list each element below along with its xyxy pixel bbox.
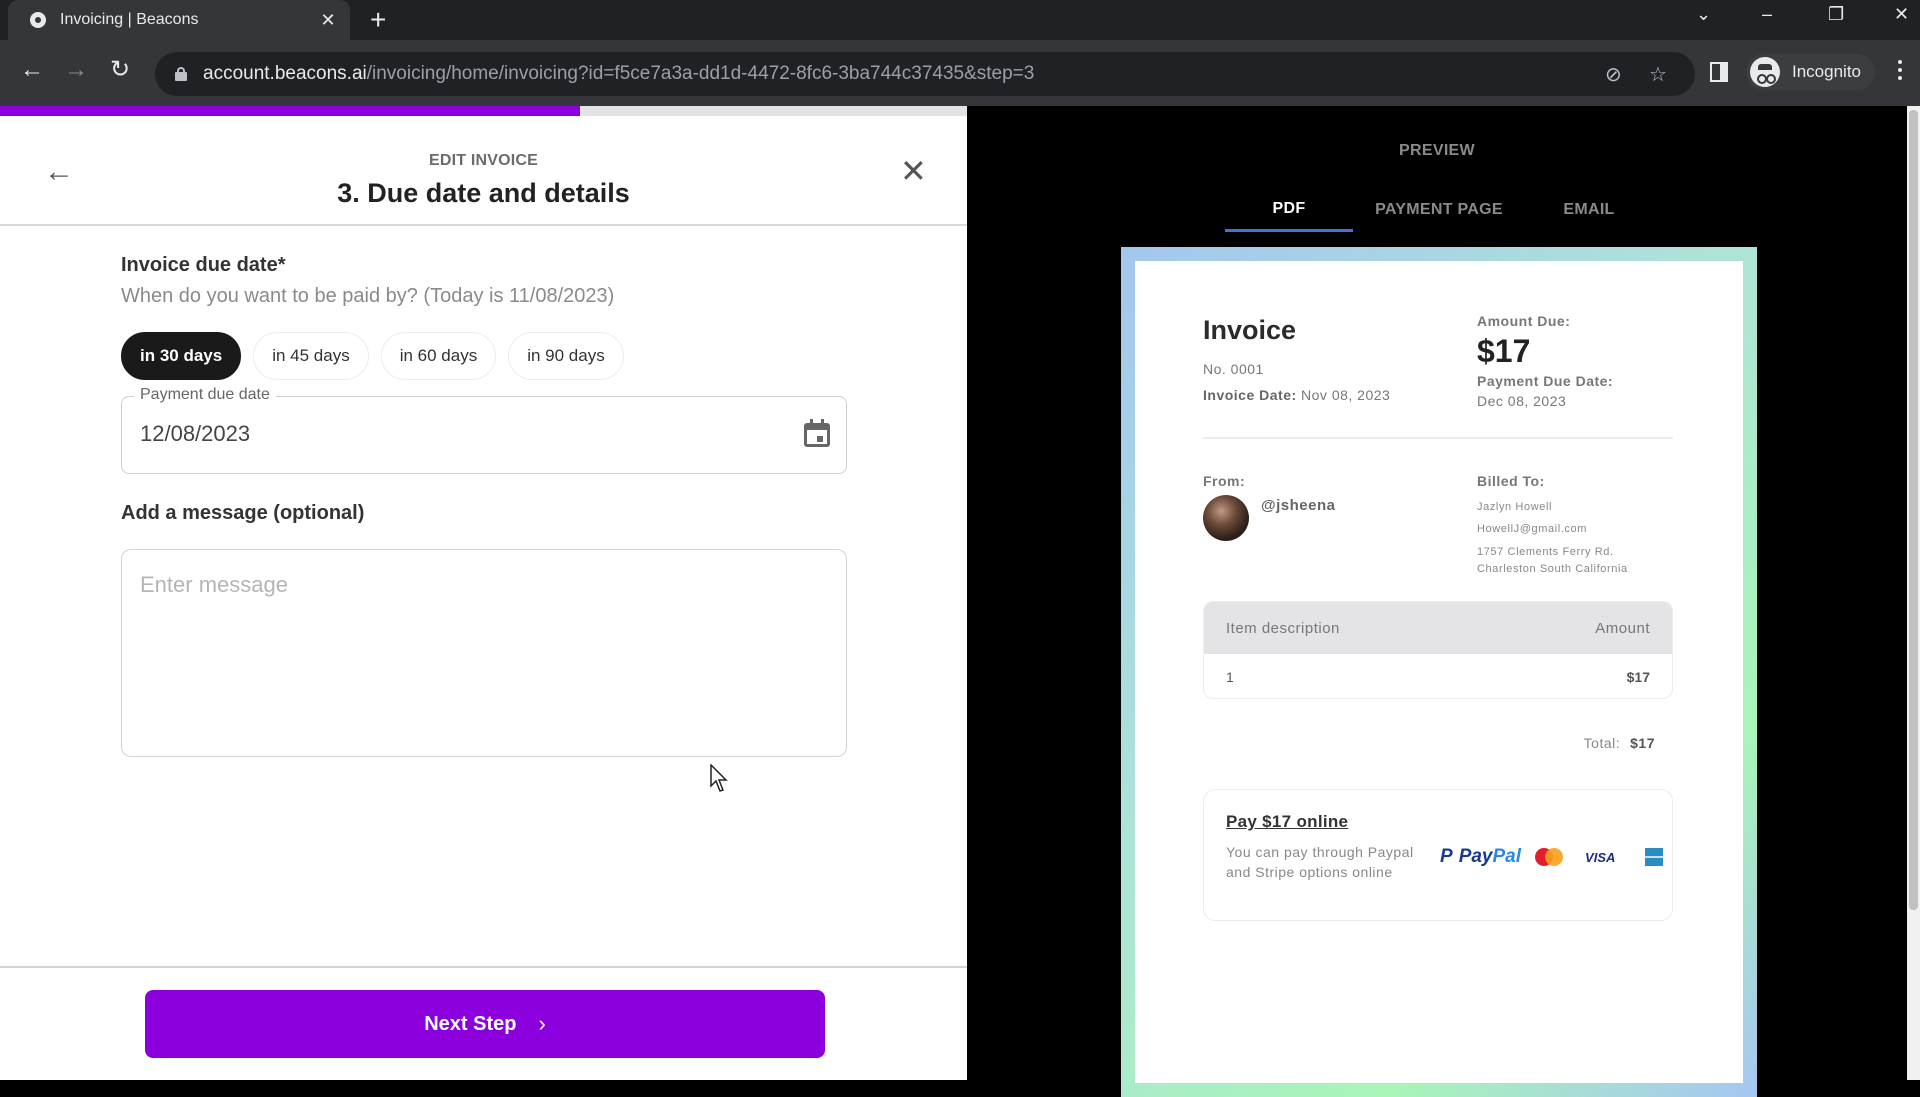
billed-to-label: Billed To: [1477,473,1545,489]
items-table-header: Item description Amount [1204,602,1672,654]
forward-arrow-icon[interactable]: → [64,58,88,82]
invoice-number: No. 0001 [1203,361,1264,377]
step-progress-bar [0,106,967,116]
step-progress-fill [0,106,581,116]
amex-icon [1645,848,1664,866]
due-date-form: Invoice due date* When do you want to be… [121,254,847,762]
next-step-label: Next Step [424,1012,517,1035]
editor-header: ← EDIT INVOICE 3. Due date and details ✕ [0,116,967,226]
chevron-right-icon: › [538,1011,546,1036]
reload-icon[interactable]: ↻ [110,58,130,82]
beacons-favicon-icon [30,12,46,28]
billed-to-address-line1: 1757 Clements Ferry Rd. [1477,546,1614,558]
items-table: Item description Amount 1 $17 [1203,601,1673,699]
url-host: account.beacons.ai [203,63,367,84]
invoice-heading: Invoice [1203,315,1297,345]
editor-eyebrow: EDIT INVOICE [428,152,539,169]
billed-to-name: Jazlyn Howell [1477,501,1553,513]
new-tab-button[interactable]: + [370,6,386,34]
total-label: Total: [1583,735,1621,751]
item-amount: $17 [1626,669,1650,685]
amount-header: Amount [1595,619,1650,637]
lock-icon [175,67,187,81]
payment-due-date-value[interactable]: 12/08/2023 [140,421,250,447]
pay-online-link[interactable]: Pay $17 online [1226,812,1348,832]
item-description-header: Item description [1226,619,1340,637]
invoice-editor-panel: ← EDIT INVOICE 3. Due date and details ✕… [0,106,967,1080]
preview-tabs: PDF PAYMENT PAGE EMAIL [1225,188,1653,232]
bookmark-star-icon[interactable]: ☆ [1649,62,1667,87]
amount-due-value: $17 [1477,333,1531,369]
back-arrow-icon[interactable]: ← [20,58,44,82]
page-scrollbar[interactable] [1907,106,1920,1080]
window-close-icon[interactable]: ✕ [1894,4,1909,25]
message-label: Add a message (optional) [121,502,365,524]
incognito-icon [1750,57,1780,87]
table-row: 1 $17 [1204,654,1672,698]
paypal-icon: P PayPal [1440,846,1522,867]
from-label: From: [1203,473,1246,489]
page: ← EDIT INVOICE 3. Due date and details ✕… [0,106,1920,1097]
invoice-document: Invoice No. 0001 Invoice Date: Nov 08, 2… [1135,261,1743,1083]
billed-to-address-line2: Charleston South California [1477,563,1628,575]
payment-method-icons: P PayPal VISA [1440,846,1664,868]
total-value: $17 [1630,735,1655,751]
due-option-60-days[interactable]: in 60 days [380,332,497,380]
payment-due-date-field[interactable]: Payment due date 12/08/2023 [121,386,847,474]
due-date-options: in 30 days in 45 days in 60 days in 90 d… [121,332,847,380]
payment-due-label: Payment Due Date: [1477,373,1614,389]
item-description: 1 [1226,669,1234,685]
pay-online-card: Pay $17 online You can pay through Paypa… [1203,789,1673,921]
payment-due-value: Dec 08, 2023 [1477,393,1567,409]
due-option-45-days[interactable]: in 45 days [253,332,369,380]
amount-due-label: Amount Due: [1477,313,1571,329]
billed-to-email: HowellJ@gmail.com [1477,523,1588,535]
mouse-cursor-icon [710,764,728,792]
restore-icon[interactable]: ❐ [1828,4,1844,25]
invoice-date-value: Nov 08, 2023 [1301,387,1391,403]
message-input[interactable] [121,549,847,757]
tab-pdf[interactable]: PDF [1225,188,1353,232]
scrollbar-thumb[interactable] [1909,110,1918,910]
due-option-90-days[interactable]: in 90 days [508,332,624,380]
invoice-divider [1203,437,1673,439]
invoice-pdf-frame: Invoice No. 0001 Invoice Date: Nov 08, 2… [1121,247,1757,1097]
due-date-help: When do you want to be paid by? (Today i… [121,285,615,307]
address-bar[interactable]: account.beacons.ai/invoicing/home/invoic… [155,52,1695,96]
pay-online-description: You can pay through Paypal and Stripe op… [1226,844,1414,880]
sender-avatar [1203,495,1249,541]
tab-email[interactable]: EMAIL [1525,188,1653,232]
tab-title: Invoicing | Beacons [60,11,199,28]
incognito-profile-button[interactable]: Incognito [1746,54,1875,90]
browser-menu-icon[interactable] [1898,60,1902,84]
visa-icon: VISA [1585,849,1616,865]
tab-search-chevron-icon[interactable]: ⌄ [1696,4,1711,25]
page-title: 3. Due date and details [337,178,630,208]
payment-due-date-label: Payment due date [134,386,276,404]
calendar-icon[interactable] [804,419,830,447]
browser-toolbar: ← → ↻ account.beacons.ai/invoicing/home/… [0,40,1920,106]
url-path: /invoicing/home/invoicing?id=f5ce7a3a-dd… [366,63,1035,84]
browser-tab[interactable]: Invoicing | Beacons ✕ [8,0,350,40]
mastercard-icon [1535,848,1564,866]
minimize-icon[interactable]: – [1762,4,1772,25]
side-panel-icon[interactable] [1710,62,1728,82]
next-step-button[interactable]: Next Step › [145,990,825,1058]
invoice-date: Invoice Date: Nov 08, 2023 [1203,387,1390,403]
invoice-total: Total: $17 [1584,735,1655,751]
invoice-preview-panel: PREVIEW PDF PAYMENT PAGE EMAIL Invoice N… [967,106,1907,1097]
tab-payment-page[interactable]: PAYMENT PAGE [1353,188,1525,232]
due-date-label: Invoice due date* [121,254,286,276]
due-option-30-days[interactable]: in 30 days [121,332,242,380]
eye-slash-icon[interactable]: ⊘ [1605,62,1622,87]
preview-title: PREVIEW [1399,142,1475,159]
sender-handle: @jsheena [1261,497,1336,514]
tab-close-icon[interactable]: ✕ [318,10,338,31]
invoice-date-label: Invoice Date: [1203,387,1297,403]
browser-tab-bar: Invoicing | Beacons ✕ + ⌄ – ❐ ✕ [0,0,1920,40]
profile-label: Incognito [1792,62,1861,81]
close-button[interactable]: ✕ [900,155,927,187]
